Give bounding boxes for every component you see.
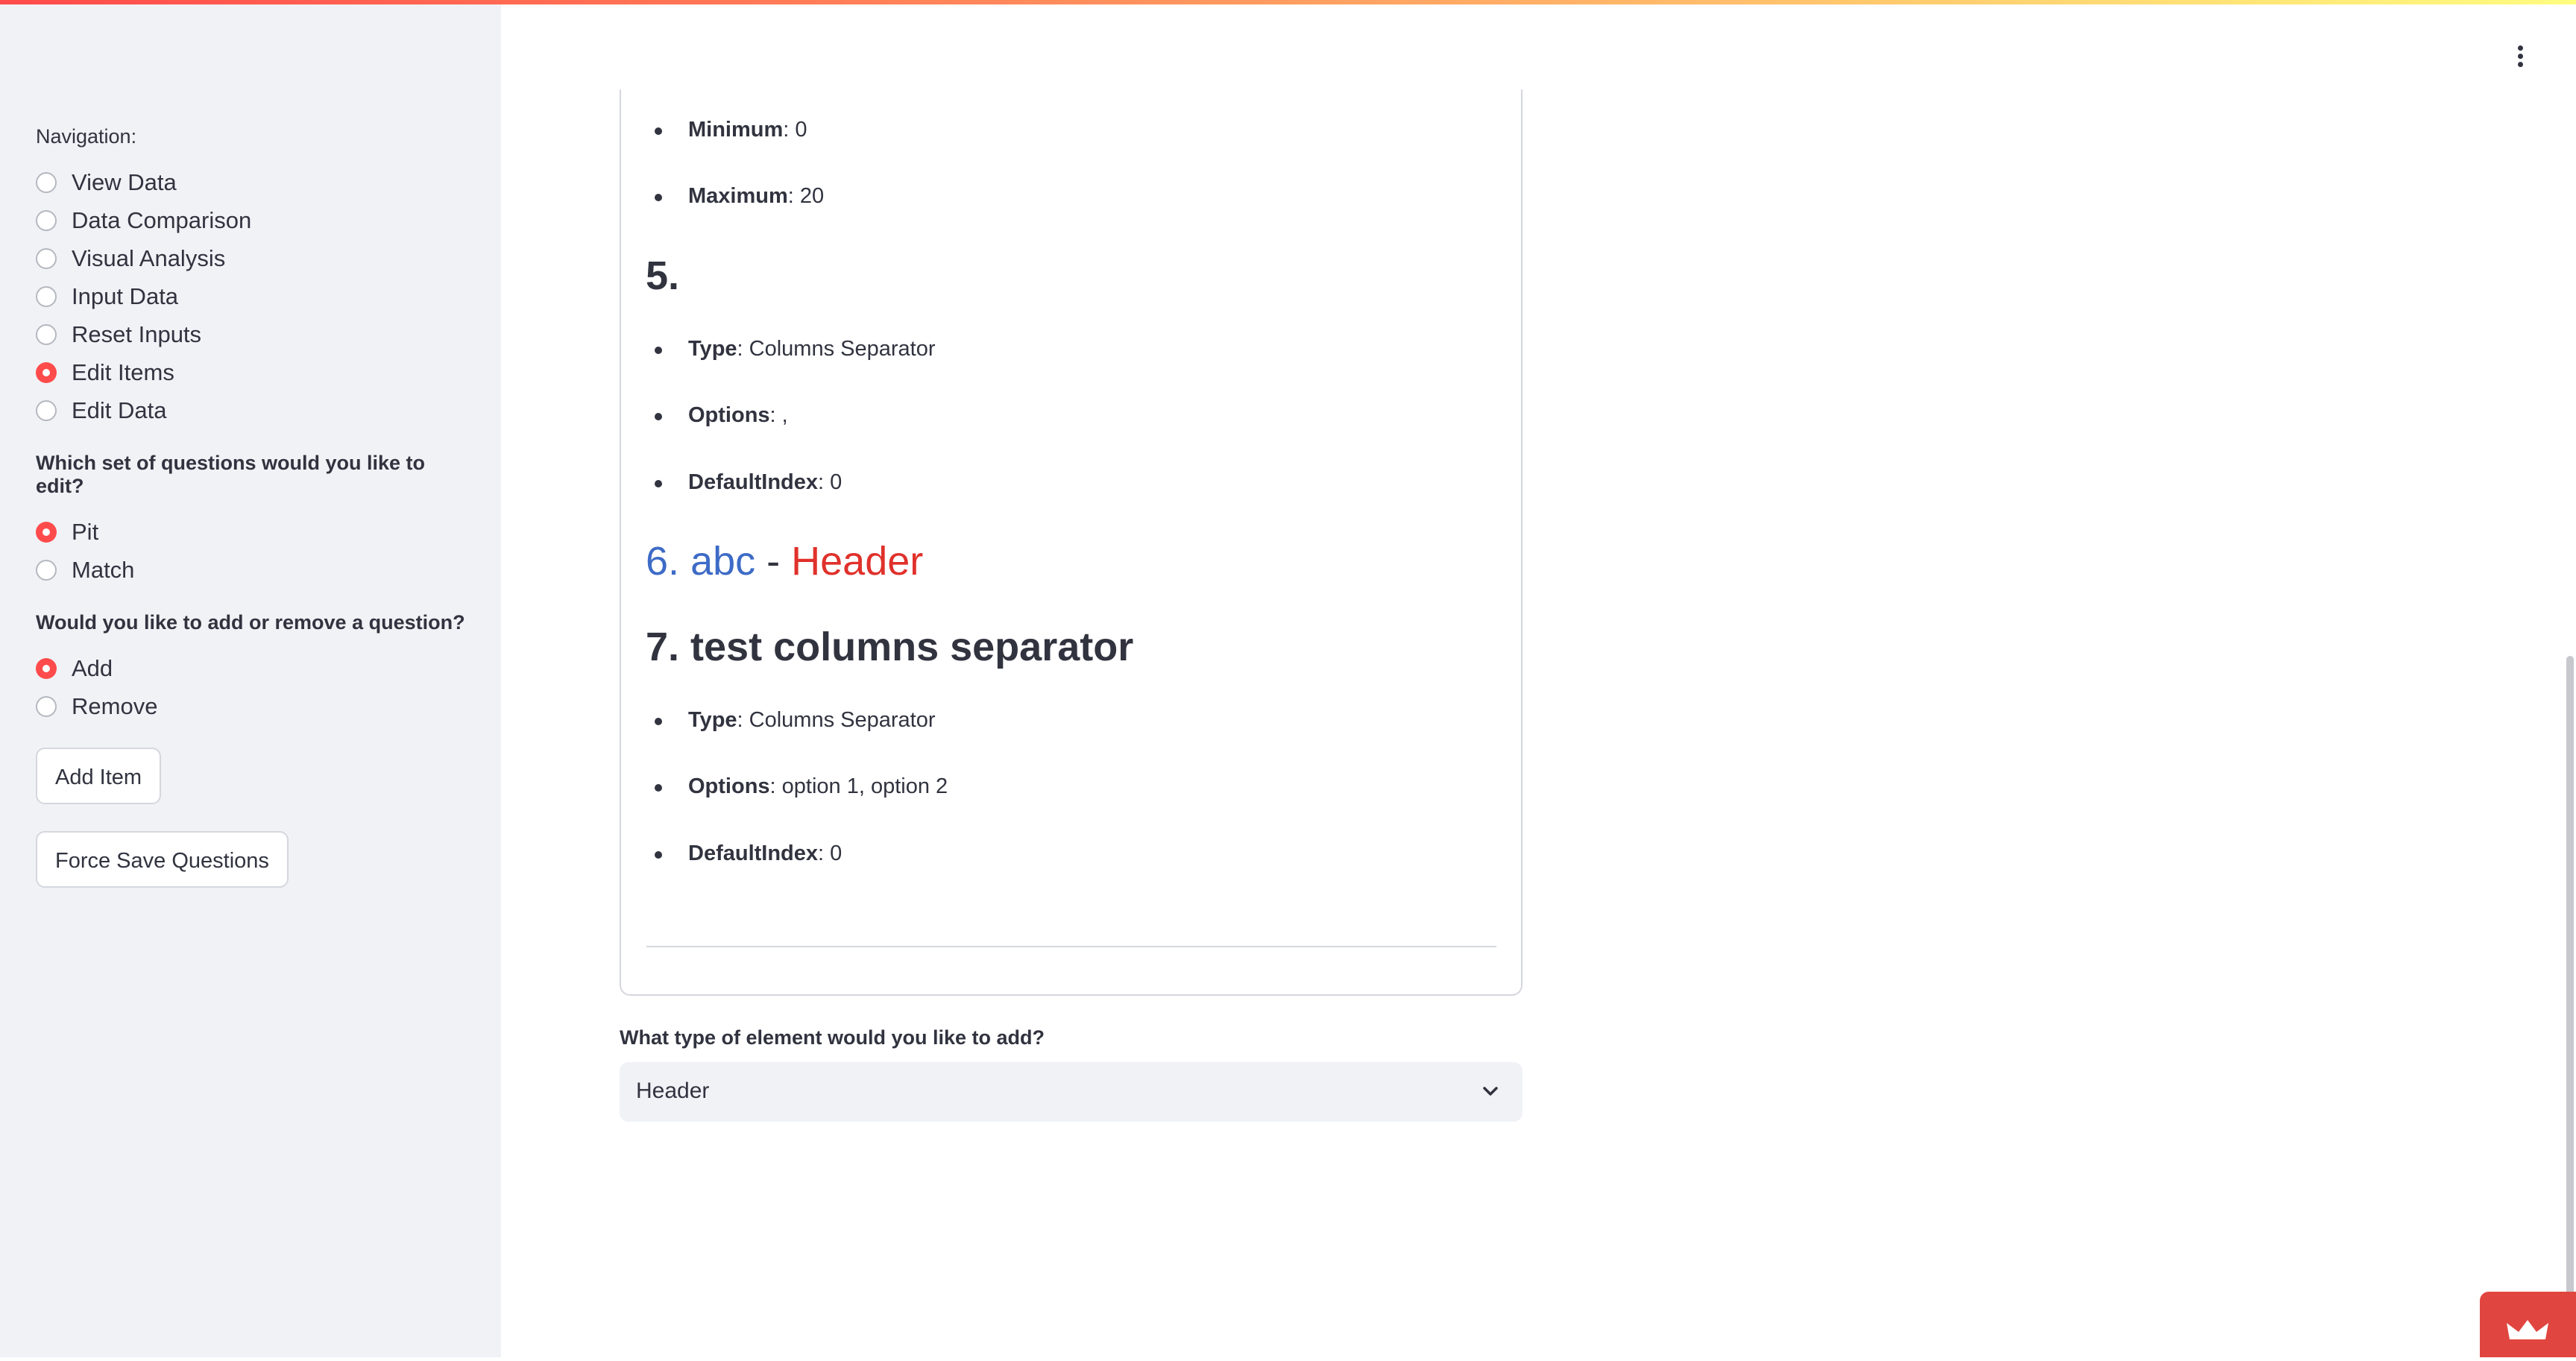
radio-button[interactable] xyxy=(36,247,57,269)
force-save-questions-button[interactable]: Force Save Questions xyxy=(36,831,289,888)
radio-button[interactable] xyxy=(36,323,57,345)
action-option-remove[interactable]: Remove xyxy=(36,687,468,725)
main-menu-icon[interactable] xyxy=(2509,41,2531,71)
item-heading: 5. xyxy=(646,253,680,298)
nav-option-visual-analysis[interactable]: Visual Analysis xyxy=(36,239,468,277)
list-item: Type: Columns Separator xyxy=(655,337,936,361)
scrollbar[interactable] xyxy=(2566,656,2574,1357)
nav-option-reset-inputs[interactable]: Reset Inputs xyxy=(36,315,468,353)
list-item: DefaultIndex: 0 xyxy=(654,470,843,494)
item-heading-header: 6. abc - Header xyxy=(646,538,923,584)
add-remove-label: Would you like to add or remove a questi… xyxy=(36,611,465,634)
radio-button[interactable] xyxy=(36,559,57,581)
nav-option-view-data[interactable]: View Data xyxy=(36,163,468,201)
divider xyxy=(646,946,1496,947)
action-option-label: Remove xyxy=(72,692,158,719)
action-option-label: Add xyxy=(72,654,113,681)
element-type-label: What type of element would you like to a… xyxy=(620,1026,1045,1049)
crown-icon xyxy=(2507,1320,2548,1339)
list-item: Type: Columns Separator xyxy=(655,708,936,732)
nav-option-label: Data Comparison xyxy=(72,206,252,233)
radio-button-selected[interactable] xyxy=(36,657,57,679)
navigation-label: Navigation: xyxy=(36,125,137,148)
chevron-down-icon xyxy=(1483,1087,1498,1096)
nav-option-label: Edit Data xyxy=(72,397,167,423)
list-item: Options: option 1, option 2 xyxy=(654,774,948,798)
nav-option-edit-items[interactable]: Edit Items xyxy=(36,353,468,391)
nav-option-label: View Data xyxy=(72,168,177,195)
set-option-label: Pit xyxy=(72,518,99,545)
set-option-pit[interactable]: Pit xyxy=(36,513,468,551)
element-type-select[interactable]: Header xyxy=(620,1062,1522,1122)
radio-button-selected[interactable] xyxy=(36,521,57,543)
header-blue-text: abc xyxy=(690,539,756,584)
question-set-radio-group: Pit Match xyxy=(36,513,468,589)
list-item: Options: , xyxy=(655,403,788,427)
radio-button[interactable] xyxy=(36,695,57,717)
item-heading: 7. test columns separator xyxy=(646,625,1134,669)
action-option-add[interactable]: Add xyxy=(36,649,468,687)
radio-button[interactable] xyxy=(36,285,57,307)
radio-button-selected[interactable] xyxy=(36,361,57,383)
nav-option-label: Input Data xyxy=(72,282,179,309)
top-decoration-bar xyxy=(0,0,2576,4)
nav-option-edit-data[interactable]: Edit Data xyxy=(36,391,468,429)
nav-option-data-comparison[interactable]: Data Comparison xyxy=(36,201,468,239)
streamlit-badge[interactable] xyxy=(2480,1292,2576,1357)
nav-option-input-data[interactable]: Input Data xyxy=(36,277,468,315)
header-red-text: Header xyxy=(791,539,924,584)
navigation-radio-group: View Data Data Comparison Visual Analysi… xyxy=(36,163,468,429)
set-option-match[interactable]: Match xyxy=(36,551,468,589)
radio-button[interactable] xyxy=(36,209,57,231)
header-number: 6. xyxy=(646,539,680,584)
add-item-button[interactable]: Add Item xyxy=(36,748,162,804)
select-value: Header xyxy=(636,1079,710,1103)
set-option-label: Match xyxy=(72,556,135,583)
header-separator: - xyxy=(755,539,792,584)
radio-button[interactable] xyxy=(36,400,57,421)
list-item: Minimum: 0 xyxy=(655,118,807,142)
radio-button[interactable] xyxy=(36,171,57,193)
sidebar: Navigation: View Data Data Comparison Vi… xyxy=(0,0,501,1357)
nav-option-label: Reset Inputs xyxy=(72,320,202,347)
list-item: Maximum: 20 xyxy=(654,184,825,208)
nav-option-label: Visual Analysis xyxy=(72,244,226,271)
add-remove-radio-group: Add Remove xyxy=(36,649,468,725)
question-set-label: Which set of questions would you like to… xyxy=(36,452,426,497)
nav-option-label: Edit Items xyxy=(72,359,174,385)
list-item: DefaultIndex: 0 xyxy=(654,841,843,865)
